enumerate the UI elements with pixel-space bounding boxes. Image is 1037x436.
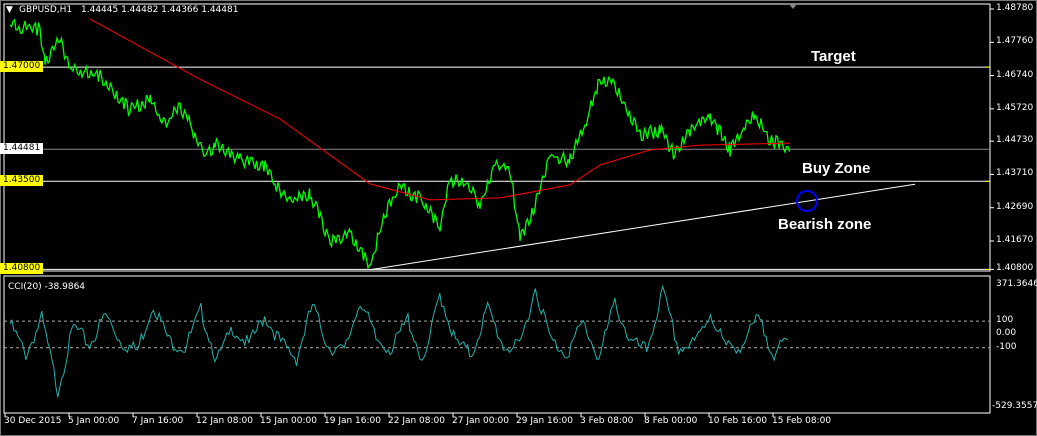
time-tick-label: 27 Jan 00:00	[452, 416, 509, 426]
bearish-zone-annotation: Bearish zone	[778, 216, 872, 233]
cci-panel-border	[3, 275, 991, 414]
time-tick-label: 29 Jan 16:00	[516, 416, 573, 426]
price-tick-label: 1.47760	[996, 36, 1034, 47]
ohlc-values: 1.44445 1.44482 1.44366 1.44481	[81, 5, 239, 15]
price-tick-label: 1.43710	[996, 168, 1034, 179]
time-tick-label: 15 Jan 00:00	[260, 416, 317, 426]
symbol-label: GBPUSD,H1	[19, 5, 73, 15]
time-tick-label: 5 Jan 00:00	[68, 416, 120, 426]
price-tick-label: 1.40800	[996, 263, 1034, 274]
time-tick-label: 19 Jan 16:00	[324, 416, 381, 426]
time-tick-label: 15 Feb 08:00	[772, 416, 832, 426]
level-price-tag: 1.40800	[0, 263, 44, 275]
chart-shift-marker	[789, 4, 797, 9]
time-tick-label: 8 Feb 00:00	[644, 416, 698, 426]
chart-canvas[interactable]	[0, 0, 1037, 436]
price-line	[9, 18, 791, 270]
moving-average-line	[89, 18, 791, 201]
cci-tick-label: 100	[996, 315, 1014, 326]
price-tick-label: 1.48780	[996, 3, 1034, 13]
time-tick-label: 12 Jan 08:00	[196, 416, 253, 426]
current-price-tag: 1.44481	[0, 143, 44, 155]
symbol-dropdown-icon[interactable]: ▼	[6, 5, 13, 15]
cci-tick-label: 371.3646	[996, 279, 1037, 289]
time-tick-label: 3 Feb 08:00	[580, 416, 634, 426]
time-tick-label: 10 Feb 16:00	[708, 416, 768, 426]
price-tick-label: 1.41670	[996, 234, 1034, 245]
level-price-tag: 1.43500	[0, 175, 44, 187]
cci-line	[9, 284, 789, 398]
time-tick-label: 30 Dec 2015	[4, 416, 62, 426]
time-tick-label: 7 Jan 16:00	[132, 416, 184, 426]
cci-tick-label: 0.00	[996, 328, 1017, 339]
cci-label: CCI(20) -38.9864	[8, 282, 86, 292]
price-tick-label: 1.42690	[996, 201, 1034, 212]
time-tick-label: 22 Jan 08:00	[388, 416, 445, 426]
price-tick-label: 1.44730	[996, 135, 1034, 146]
cci-tick-label: -529.3557	[992, 401, 1037, 411]
price-tick-label: 1.46740	[996, 69, 1034, 80]
price-tick-label: 1.45720	[996, 102, 1034, 113]
buy-zone-annotation: Buy Zone	[802, 160, 871, 177]
level-price-tag: 1.47000	[0, 61, 44, 73]
target-annotation: Target	[811, 48, 856, 65]
cci-tick-label: -100	[996, 341, 1017, 352]
